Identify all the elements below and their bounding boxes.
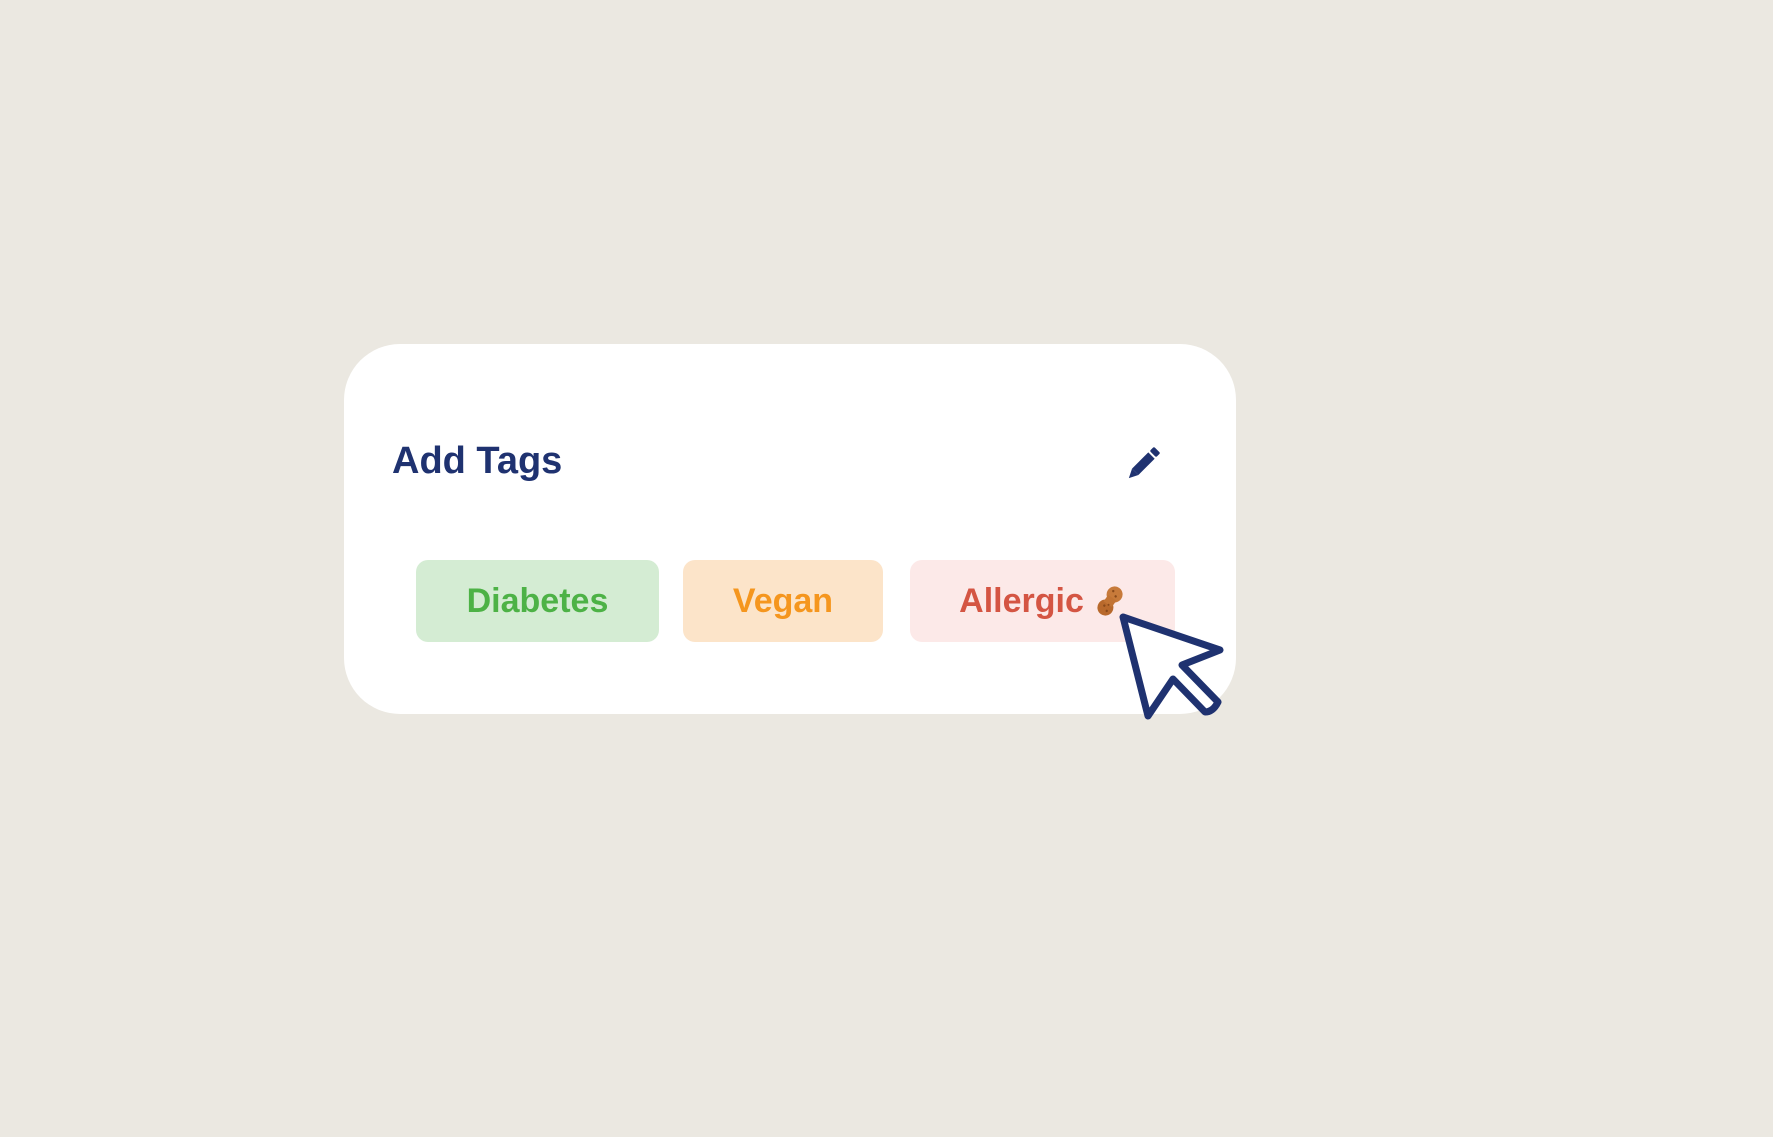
pencil-icon	[1121, 442, 1165, 486]
tag-label: Allergic	[959, 582, 1084, 620]
pointer-cursor-icon	[1118, 612, 1228, 720]
tag-vegan[interactable]: Vegan	[683, 560, 883, 642]
tag-label: Diabetes	[466, 582, 609, 620]
tag-diabetes[interactable]: Diabetes	[416, 560, 659, 642]
card-title: Add Tags	[392, 440, 563, 482]
add-tags-card: Add Tags Diabetes Vegan Allergic	[344, 344, 1236, 714]
tag-label: Vegan	[732, 582, 834, 620]
edit-tags-button[interactable]	[1121, 442, 1165, 486]
